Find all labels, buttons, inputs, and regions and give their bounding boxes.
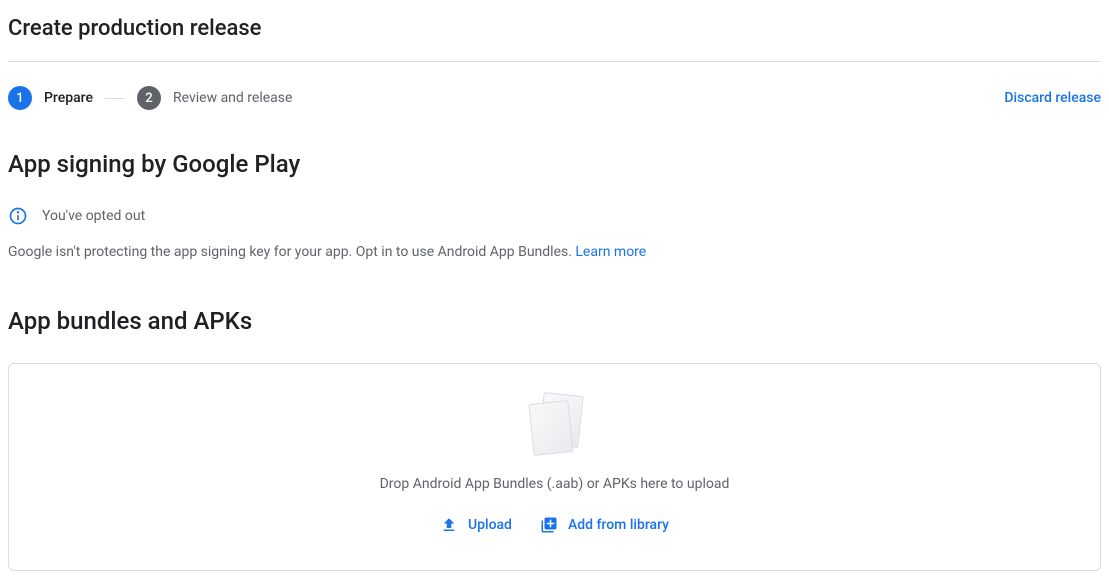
library-add-icon — [540, 516, 558, 534]
bundles-heading: App bundles and APKs — [8, 307, 1101, 335]
stepper-row: 1 Prepare 2 Review and release Discard r… — [8, 86, 1101, 110]
signing-description-text: Google isn't protecting the app signing … — [8, 244, 575, 260]
discard-release-link[interactable]: Discard release — [1004, 90, 1101, 106]
upload-actions: Upload Add from library — [440, 516, 669, 534]
step-connector — [105, 98, 125, 99]
page-title: Create production release — [8, 16, 1101, 61]
step-label-review: Review and release — [173, 90, 292, 106]
signing-status-text: You've opted out — [42, 208, 145, 224]
learn-more-link[interactable]: Learn more — [575, 244, 646, 260]
stepper: 1 Prepare 2 Review and release — [8, 86, 292, 110]
step-number-2: 2 — [137, 86, 161, 110]
library-button-label: Add from library — [568, 517, 669, 533]
info-icon — [8, 206, 28, 226]
upload-icon — [440, 516, 458, 534]
step-number-1: 1 — [8, 86, 32, 110]
signing-description: Google isn't protecting the app signing … — [8, 242, 1101, 263]
step-label-prepare: Prepare — [44, 90, 93, 106]
drop-hint-text: Drop Android App Bundles (.aab) or APKs … — [380, 476, 730, 492]
step-review[interactable]: 2 Review and release — [137, 86, 292, 110]
divider — [8, 61, 1101, 62]
app-signing-heading: App signing by Google Play — [8, 150, 1101, 178]
upload-dropzone[interactable]: Drop Android App Bundles (.aab) or APKs … — [8, 363, 1101, 571]
step-prepare[interactable]: 1 Prepare — [8, 86, 93, 110]
file-stack-icon — [527, 394, 583, 458]
add-from-library-button[interactable]: Add from library — [540, 516, 669, 534]
upload-button-label: Upload — [468, 517, 512, 533]
signing-status-row: You've opted out — [8, 206, 1101, 226]
upload-button[interactable]: Upload — [440, 516, 512, 534]
